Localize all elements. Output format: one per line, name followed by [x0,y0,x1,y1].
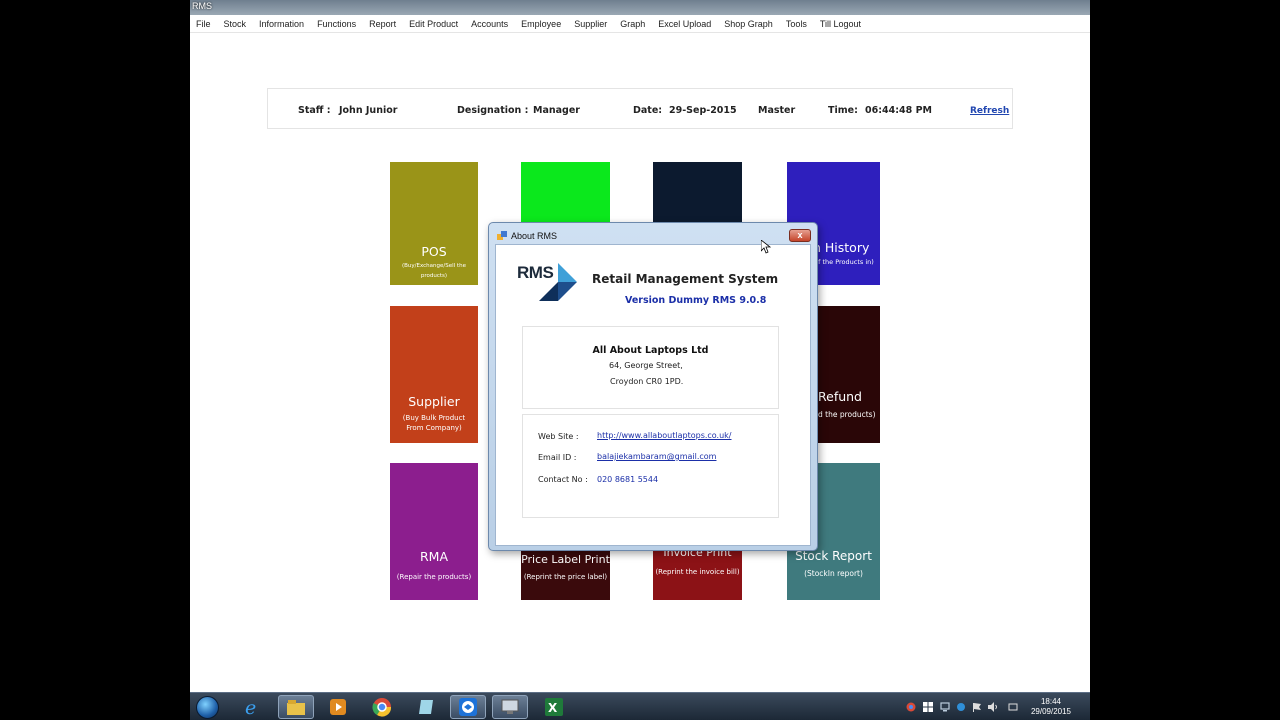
tile-invoice-title: Invoice Print [663,551,732,559]
time-label: Time: [828,105,858,116]
tile-supplier[interactable]: Supplier (Buy Bulk Product From Company) [390,306,478,443]
system-clock[interactable]: 18:44 29/09/2015 [1026,697,1076,717]
website-link[interactable]: http://www.allaboutlaptops.co.uk/ [597,431,732,440]
menu-till-logout[interactable]: Till Logout [820,19,861,29]
staff-info-bar: Staff : John Junior Designation : Manage… [267,88,1013,129]
svg-text:X: X [548,701,558,715]
menu-supplier[interactable]: Supplier [574,19,607,29]
tile-stock-report-subtitle: (StockIn report) [804,569,863,578]
start-button[interactable] [196,696,219,719]
tile-price-label-print[interactable]: Price Label Print (Reprint the price lab… [521,551,610,600]
email-label: Email ID : [538,453,577,462]
file-explorer-icon[interactable] [278,695,314,719]
staff-value: John Junior [339,105,398,116]
tile-supplier-title: Supplier [408,394,460,409]
close-button[interactable]: x [789,229,811,242]
app-name: Retail Management System [592,272,779,286]
window-titlebar: RMS [190,0,1090,15]
close-icon: x [797,230,803,240]
svg-text:e: e [245,697,256,717]
chrome-icon[interactable] [364,695,400,719]
menu-stock[interactable]: Stock [224,19,247,29]
menu-information[interactable]: Information [259,19,304,29]
tile-pos-title: POS [421,244,447,259]
menu-functions[interactable]: Functions [317,19,356,29]
contact-box: Web Site : http://www.allaboutlaptops.co… [522,414,779,518]
refresh-link[interactable]: Refresh [970,106,1009,116]
tile-invoice-subtitle: (Reprint the invoice bill) [655,568,740,576]
clock-time: 18:44 [1040,697,1062,706]
teamviewer-icon[interactable] [450,695,486,719]
menu-report[interactable]: Report [369,19,396,29]
tile-invoice-print[interactable]: Invoice Print (Reprint the invoice bill) [653,551,742,600]
tile-refund-title: Refund [818,389,862,404]
time-value: 06:44:48 PM [865,105,932,116]
dialog-title: About RMS [511,231,558,241]
about-dialog: About RMS x RMS Retail Management System… [488,222,818,551]
mouse-cursor-icon [761,240,771,254]
flag-tray-icon[interactable] [972,702,982,712]
tile-pos-subtitle: (Buy/Exchange/Sell the products) [402,263,466,279]
tile-pos[interactable]: POS (Buy/Exchange/Sell the products) [390,162,478,285]
company-address-line1: 64, George Street, [609,361,683,370]
tile-green[interactable] [521,162,610,222]
app-icon [497,231,507,240]
tile-stock-report-title: Stock Report [795,549,872,563]
tile-rma-subtitle: (Repair the products) [396,573,472,581]
rms-window: RMS File Stock Information Functions Rep… [190,0,1090,692]
menu-graph[interactable]: Graph [620,19,645,29]
menu-file[interactable]: File [196,19,211,29]
phone-value: 020 8681 5544 [597,475,659,484]
menu-edit-product[interactable]: Edit Product [409,19,458,29]
email-link[interactable]: balajiekambaram@gmail.com [597,452,716,461]
tile-history-title: n History [813,240,870,255]
mode-label: Master [758,105,796,116]
network-tray-icon[interactable] [956,702,966,712]
date-value: 29-Sep-2015 [669,105,737,116]
app-version: Version Dummy RMS 9.0.8 [625,295,767,306]
excel-icon[interactable]: X [536,695,572,719]
volume-icon[interactable] [988,702,998,712]
tile-price-label-subtitle: (Reprint the price label) [523,573,608,581]
tile-refund[interactable]: Refund d the products) [818,306,880,443]
menu-excel-upload[interactable]: Excel Upload [658,19,711,29]
rms-app-icon[interactable] [492,695,528,719]
tile-supplier-subtitle: (Buy Bulk Product From Company) [402,414,466,432]
menu-tools[interactable]: Tools [786,19,807,29]
dialog-body: RMS Retail Management System Version Dum… [495,244,811,546]
staff-label: Staff : [298,105,331,116]
clock-date: 29/09/2015 [1030,707,1072,716]
website-label: Web Site : [538,432,579,441]
rms-logo-icon [539,263,577,301]
internet-explorer-icon[interactable]: e [234,695,270,719]
company-box: All About Laptops Ltd 64, George Street,… [522,326,779,409]
tile-rma-title: RMA [419,549,449,564]
menu-employee[interactable]: Employee [521,19,561,29]
company-name: All About Laptops Ltd [592,345,709,356]
phone-label: Contact No : [538,475,588,484]
display-tray-icon[interactable] [940,702,950,712]
tile-rma[interactable]: RMA (Repair the products) [390,463,478,600]
designation-value: Manager [533,105,580,116]
notes-icon[interactable] [408,695,444,719]
tile-history-subtitle: Of the Products in) [813,258,874,266]
tile-navy[interactable] [653,162,742,222]
menu-bar: File Stock Information Functions Report … [190,15,1090,33]
menu-accounts[interactable]: Accounts [471,19,508,29]
action-center-icon[interactable] [1008,702,1018,712]
window-title: RMS [192,1,212,11]
designation-label: Designation : [457,105,529,116]
menu-shop-graph[interactable]: Shop Graph [724,19,773,29]
company-address-line2: Croydon CR0 1PD. [610,377,684,386]
taskbar: e X 18:44 29/09/2015 [190,692,1090,720]
chrome-tray-icon[interactable] [906,702,916,712]
media-player-icon[interactable] [320,695,356,719]
tile-refund-subtitle: d the products) [818,410,876,419]
tile-price-label-title: Price Label Print [521,553,610,566]
date-label: Date: [633,105,663,116]
windows-flag-icon[interactable] [923,702,933,712]
